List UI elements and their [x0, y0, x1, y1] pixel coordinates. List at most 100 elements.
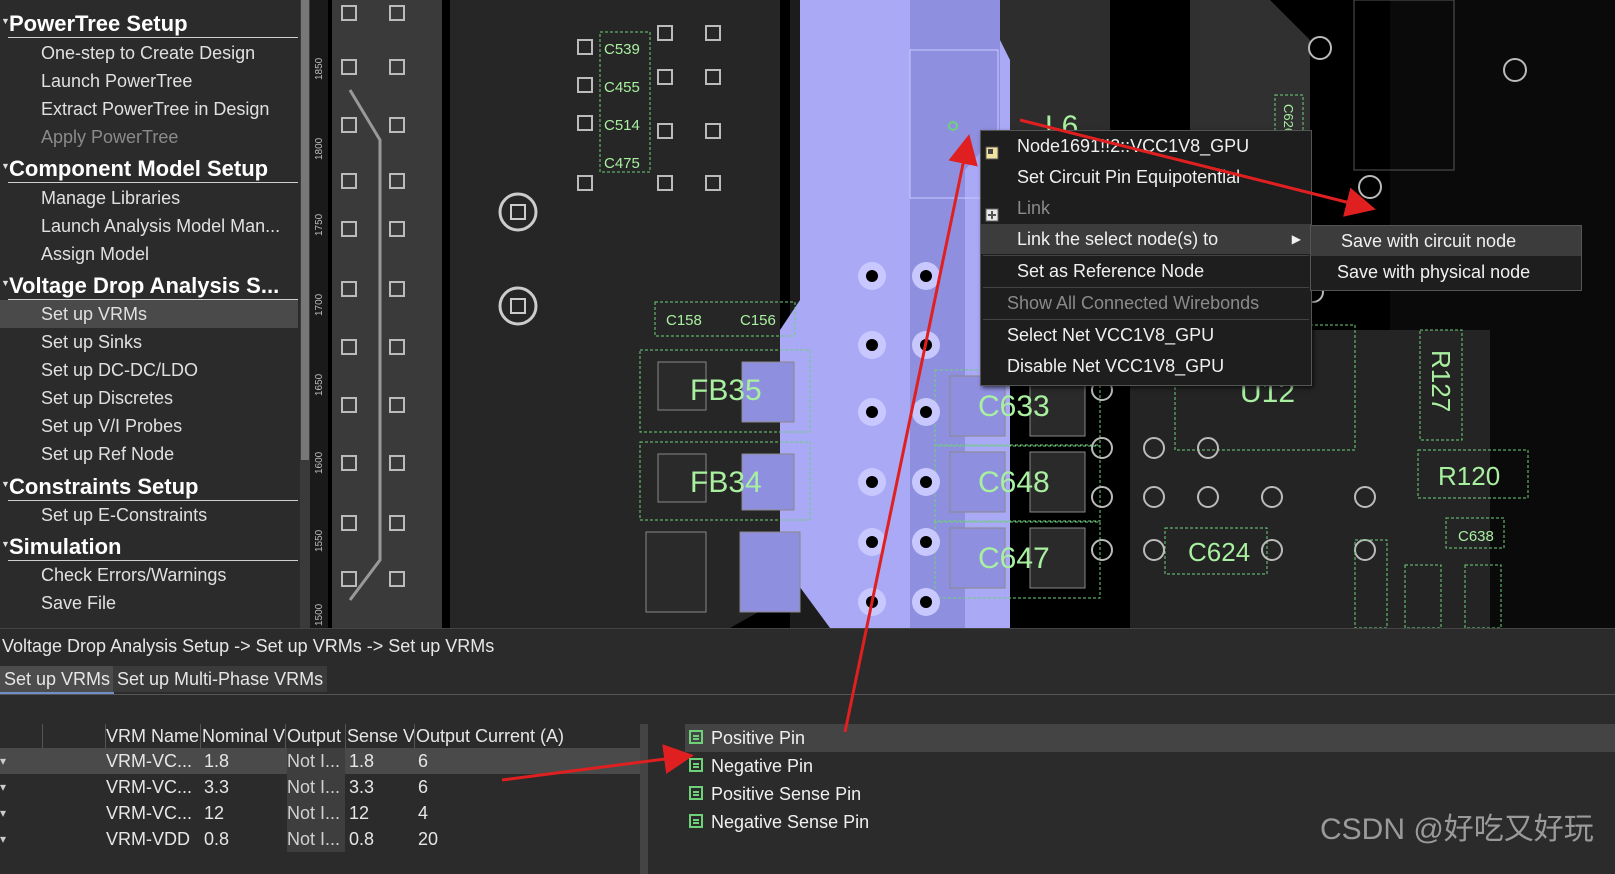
menu-item-disable-net[interactable]: Disable Net VCC1V8_GPU: [981, 351, 1311, 381]
cell-output-current: 6: [418, 751, 429, 771]
item-label: Extract PowerTree in Design: [41, 99, 270, 119]
workflow-item-setup-e-constraints[interactable]: Set up E-Constraints: [0, 501, 298, 529]
cell-vrm-name: VRM-VC...: [106, 751, 193, 771]
node-icon: [985, 139, 999, 160]
item-label: Set up VRMs: [41, 304, 148, 324]
cell-nominal: 1.8: [204, 751, 230, 771]
workflow-item-save-file[interactable]: Save File: [0, 589, 298, 617]
workflow-item-setup-sinks[interactable]: Set up Sinks: [0, 328, 298, 356]
cell-vrm-name: VRM-VC...: [106, 777, 193, 797]
cell-output-current: 6: [418, 777, 429, 797]
menu-item-node[interactable]: Node1691!!2::VCC1V8_GPU: [981, 131, 1311, 161]
section-simulation[interactable]: ▼ Simulation: [0, 533, 300, 561]
menu-item-link-selected-nodes[interactable]: Link the select node(s) to ▶: [981, 224, 1311, 254]
pin-item-positive[interactable]: Positive Pin: [685, 724, 1615, 752]
section-component-model-setup[interactable]: ▼ Component Model Setup: [0, 155, 300, 183]
workflow-scrollbar[interactable]: [300, 0, 310, 628]
scrollbar-thumb[interactable]: [301, 0, 309, 460]
section-powertree-setup[interactable]: ▼ PowerTree Setup: [0, 10, 300, 38]
item-label: Apply PowerTree: [41, 127, 179, 147]
label-c638: C638: [1458, 528, 1494, 545]
ruler-tick: 1550: [314, 529, 325, 552]
menu-item-link: Link: [981, 193, 1311, 223]
workflow-item-manage-libraries[interactable]: Manage Libraries: [0, 184, 298, 212]
cell-vrm-name: VRM-VDD: [106, 829, 190, 849]
table-row[interactable]: ▾ VRM-VDD 0.8 Not I... 0.8 20: [0, 826, 640, 852]
cell-nominal: 0.8: [204, 829, 230, 849]
tab-setup-multiphase-vrms[interactable]: Set up Multi-Phase VRMs: [113, 666, 328, 692]
item-label: Assign Model: [41, 244, 150, 264]
table-row[interactable]: ▾ VRM-VC... 1.8 Not I... 1.8 6: [0, 748, 640, 774]
workflow-item-one-step-create[interactable]: One-step to Create Design: [0, 39, 298, 67]
label-c539: C539: [604, 41, 640, 58]
label-c514: C514: [604, 117, 640, 134]
item-label: Launch PowerTree: [41, 71, 193, 91]
label-c648: C648: [978, 466, 1050, 499]
column-header-output-current[interactable]: Output Current (A): [416, 724, 626, 748]
section-voltage-drop-setup[interactable]: ▼ Voltage Drop Analysis S...: [0, 272, 300, 300]
item-label: Set up Sinks: [41, 332, 143, 352]
pin-label: Negative Sense Pin: [711, 812, 870, 832]
item-label: Set up V/I Probes: [41, 416, 183, 436]
column-header-vrm-name[interactable]: VRM Name: [106, 724, 201, 748]
workflow-item-setup-dcdc-ldo[interactable]: Set up DC-DC/LDO: [0, 356, 298, 384]
cell-output: Not I...: [287, 826, 345, 852]
workflow-item-setup-vrms[interactable]: Set up VRMs: [0, 300, 298, 328]
section-title: Component Model Setup: [9, 156, 269, 181]
pin-item-negative[interactable]: Negative Pin: [685, 752, 1615, 780]
table-row[interactable]: ▾ VRM-VC... 12 Not I... 12 4: [0, 800, 640, 826]
item-label: Check Errors/Warnings: [41, 565, 227, 585]
label-c156: C156: [740, 312, 776, 329]
cell-sense: 12: [349, 803, 370, 823]
item-label: Manage Libraries: [41, 188, 181, 208]
menu-item-show-wirebonds: Show All Connected Wirebonds: [981, 288, 1311, 318]
table-row[interactable]: ▾ VRM-VC... 3.3 Not I... 3.3 6: [0, 774, 640, 800]
menu-item-label: Link the select node(s) to: [1017, 229, 1219, 249]
workflow-item-setup-ref-node[interactable]: Set up Ref Node: [0, 440, 298, 468]
ruler-tick: 1650: [314, 373, 325, 396]
workflow-item-extract-powertree[interactable]: Extract PowerTree in Design: [0, 95, 298, 123]
label-fb35: FB35: [690, 374, 762, 407]
menu-item-label: Disable Net VCC1V8_GPU: [1007, 356, 1225, 376]
row-marker-icon: ▾: [0, 754, 7, 768]
workflow-item-launch-powertree[interactable]: Launch PowerTree: [0, 67, 298, 95]
workflow-item-assign-model[interactable]: Assign Model: [0, 240, 298, 268]
layout-canvas[interactable]: 1850 1800 1750 1700 1650 1600 1550 1500: [310, 0, 1615, 628]
panel-splitter[interactable]: [640, 724, 648, 874]
column-header-output[interactable]: Output: [287, 724, 346, 748]
item-label: Save File: [41, 593, 117, 613]
workflow-item-check-errors[interactable]: Check Errors/Warnings: [0, 561, 298, 589]
copper-left-strip: [332, 0, 442, 628]
row-marker-icon: ▾: [0, 832, 7, 846]
label-c455: C455: [604, 79, 640, 96]
bottom-panel: Voltage Drop Analysis Setup -> Set up VR…: [0, 628, 1615, 874]
cell-sense: 3.3: [349, 777, 375, 797]
menu-item-label: Node1691!!2::VCC1V8_GPU: [1017, 136, 1250, 156]
link-icon: [985, 201, 999, 222]
cell-output-current: 20: [418, 829, 439, 849]
workflow-item-setup-discretes[interactable]: Set up Discretes: [0, 384, 298, 412]
ruler-tick: 1750: [314, 213, 325, 236]
submenu-save-physical-node[interactable]: Save with physical node: [1311, 257, 1581, 287]
menu-item-set-equipotential[interactable]: Set Circuit Pin Equipotential: [981, 162, 1311, 192]
pcb-layout-drawing[interactable]: 1850 1800 1750 1700 1650 1600 1550 1500: [310, 0, 1615, 628]
submenu-save-circuit-node[interactable]: Save with circuit node: [1311, 226, 1581, 256]
cell-output: Not I...: [287, 748, 345, 774]
label-c624: C624: [1188, 537, 1250, 567]
menu-item-select-net[interactable]: Select Net VCC1V8_GPU: [981, 320, 1311, 350]
tab-setup-vrms[interactable]: Set up VRMs: [0, 666, 115, 694]
column-header-nominal[interactable]: Nominal V: [202, 724, 286, 748]
workflow-panel: ▼ PowerTree Setup One-step to Create Des…: [0, 0, 300, 628]
pin-list-icon: [689, 758, 703, 772]
column-header-sense[interactable]: Sense V: [347, 724, 415, 748]
label-c647: C647: [978, 542, 1050, 575]
section-title: Voltage Drop Analysis S...: [9, 273, 280, 298]
cell-vrm-name: VRM-VC...: [106, 803, 193, 823]
label-c633: C633: [978, 390, 1050, 423]
workflow-item-launch-analysis-model[interactable]: Launch Analysis Model Man...: [0, 212, 298, 240]
menu-item-set-reference-node[interactable]: Set as Reference Node: [981, 256, 1311, 286]
workflow-item-setup-vi-probes[interactable]: Set up V/I Probes: [0, 412, 298, 440]
cell-sense: 1.8: [349, 751, 375, 771]
column-header-blank: [43, 724, 106, 748]
section-constraints-setup[interactable]: ▼ Constraints Setup: [0, 473, 300, 501]
